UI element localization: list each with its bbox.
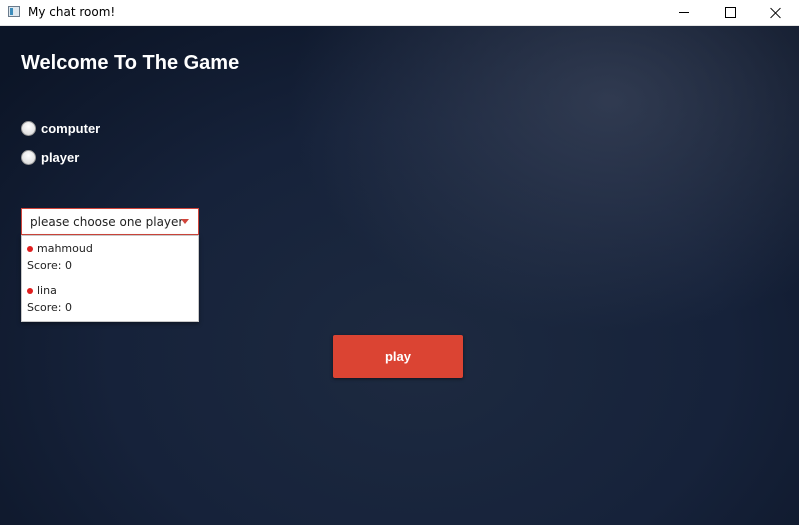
close-button[interactable] <box>753 0 799 25</box>
player-select-popup: mahmoud Score: 0 lina Score: 0 <box>21 235 199 322</box>
app-window-icon <box>8 6 20 17</box>
status-dot-icon <box>27 287 33 294</box>
window-title: My chat room! <box>28 5 116 19</box>
minimize-button[interactable] <box>661 0 707 25</box>
game-panel: Welcome To The Game computer player plea… <box>0 26 799 525</box>
radio-player[interactable]: player <box>21 150 79 165</box>
player-name: mahmoud <box>37 242 93 255</box>
status-dot-icon <box>27 245 33 252</box>
player-select-dropdown[interactable]: please choose one player <box>21 208 199 235</box>
player-option-lina[interactable]: lina Score: 0 <box>27 282 72 316</box>
player-option-mahmoud[interactable]: mahmoud Score: 0 <box>27 240 93 274</box>
chevron-down-icon[interactable] <box>181 219 189 224</box>
player-score: Score: 0 <box>27 259 73 272</box>
player-name: lina <box>37 284 57 297</box>
radio-computer-label: computer <box>41 121 101 136</box>
maximize-button[interactable] <box>707 0 753 25</box>
page-title: Welcome To The Game <box>21 52 240 74</box>
title-bar: My chat room! <box>0 0 799 26</box>
maximize-icon <box>724 7 736 18</box>
radio-button-icon[interactable] <box>21 121 36 136</box>
play-button[interactable]: play <box>333 335 463 378</box>
radio-computer[interactable]: computer <box>21 121 100 136</box>
player-select-value: please choose one player <box>30 214 184 229</box>
player-score: Score: 0 <box>27 301 73 314</box>
radio-player-label: player <box>41 150 80 165</box>
close-icon <box>770 7 782 19</box>
radio-button-icon[interactable] <box>21 150 36 165</box>
minimize-icon <box>679 12 689 13</box>
